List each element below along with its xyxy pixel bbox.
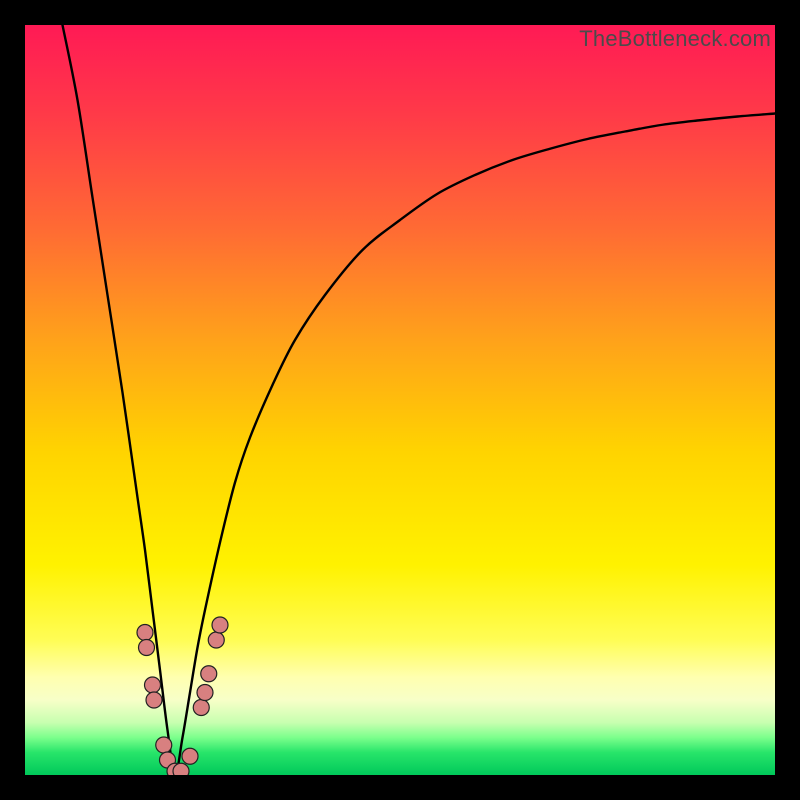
data-marker <box>156 737 172 753</box>
data-marker <box>145 677 161 693</box>
data-marker <box>197 685 213 701</box>
data-marker <box>193 700 209 716</box>
data-marker <box>201 666 217 682</box>
data-marker <box>173 763 189 775</box>
data-marker <box>182 748 198 764</box>
bottleneck-curve <box>63 25 776 775</box>
plot-area: TheBottleneck.com <box>25 25 775 775</box>
data-marker <box>137 625 153 641</box>
chart-frame: TheBottleneck.com <box>0 0 800 800</box>
marker-group <box>137 617 228 775</box>
data-marker <box>146 692 162 708</box>
data-marker <box>208 632 224 648</box>
curve-layer <box>25 25 775 775</box>
data-marker <box>212 617 228 633</box>
data-marker <box>139 640 155 656</box>
